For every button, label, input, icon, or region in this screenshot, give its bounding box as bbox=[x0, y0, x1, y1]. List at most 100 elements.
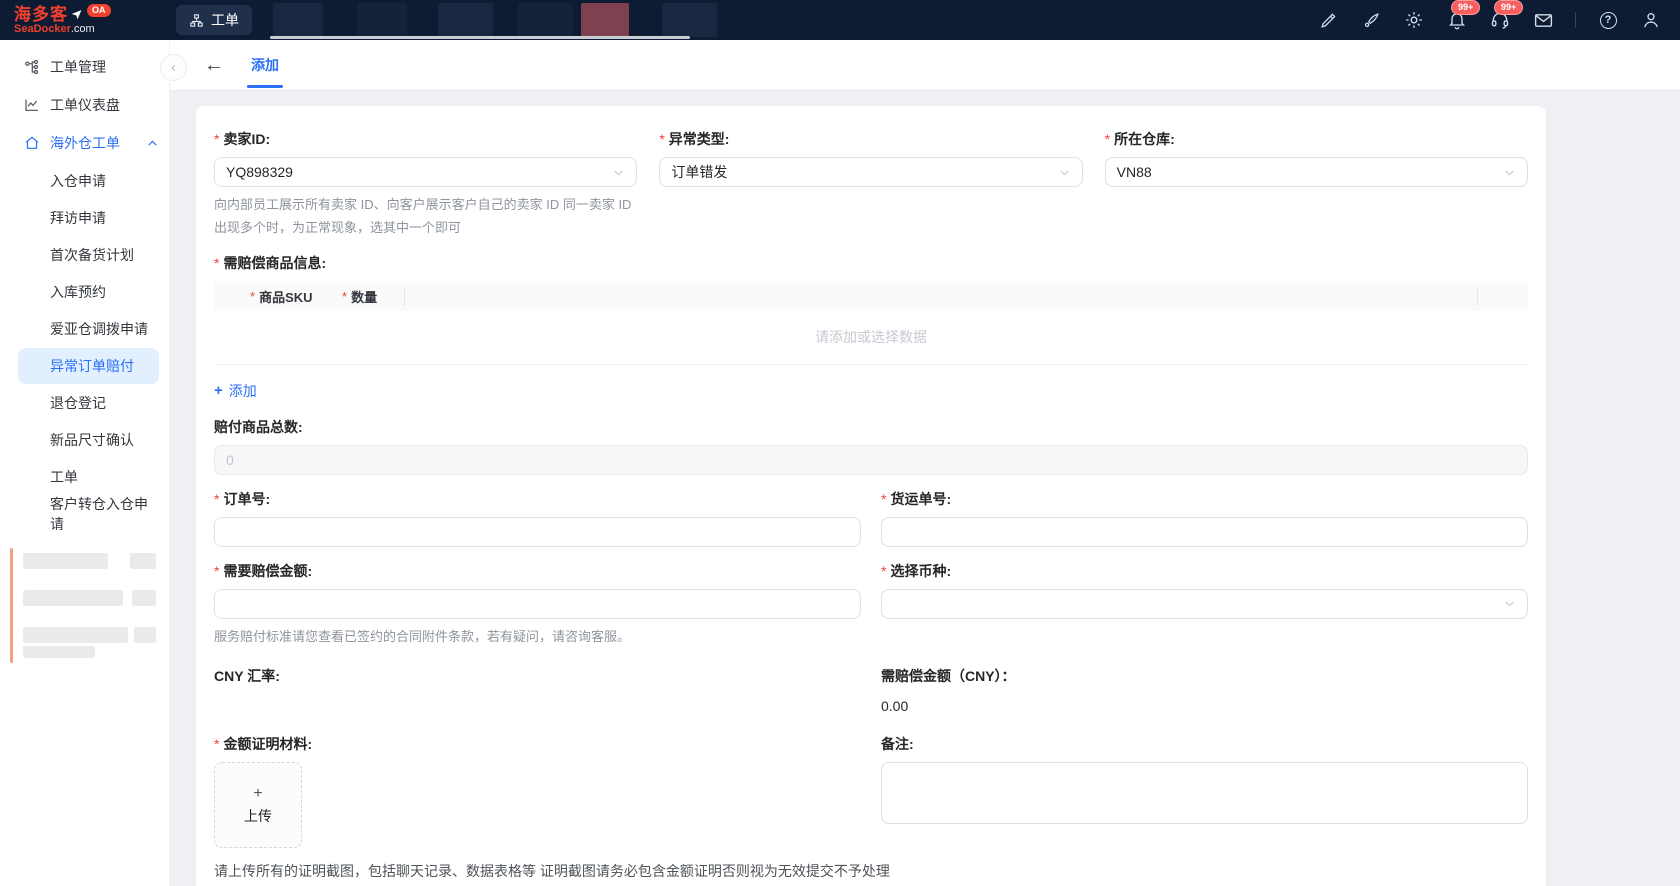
mail-icon[interactable] bbox=[1532, 9, 1554, 31]
form-card: *卖家ID: YQ898329 向内部员工展示所有卖家 ID、向客户展示客户自己… bbox=[196, 106, 1546, 886]
abnormal-type-select[interactable]: 订单错发 bbox=[659, 157, 1082, 187]
seller-id-select[interactable]: YQ898329 bbox=[214, 157, 637, 187]
line-chart-icon bbox=[24, 97, 40, 113]
bell-icon[interactable]: 99+ bbox=[1446, 9, 1468, 31]
topbar-divider bbox=[1575, 12, 1576, 28]
add-goods-button[interactable]: +添加 bbox=[214, 381, 257, 401]
shipping-no-input[interactable] bbox=[881, 517, 1528, 547]
back-button[interactable]: ← bbox=[204, 55, 224, 75]
redacted-tab[interactable] bbox=[518, 3, 573, 37]
field-label: *订单号: bbox=[214, 489, 861, 509]
redacted-menu-item[interactable] bbox=[132, 590, 156, 606]
form-row-proof: *金额证明材料: + 上传 备注: bbox=[214, 734, 1528, 848]
customer-service-icon[interactable]: 99+ bbox=[1489, 9, 1511, 31]
sidebar-subitem-newproduct-size-confirm[interactable]: 新品尺寸确认 bbox=[18, 422, 159, 458]
field-label: *货运单号: bbox=[881, 489, 1528, 509]
amount-help: 服务赔付标准请您查看已签约的合同附件条款，若有疑问，请咨询客服。 bbox=[214, 626, 861, 649]
field-label: *所在仓库: bbox=[1105, 129, 1528, 149]
sidebar-subitem-abnormal-order-compensation[interactable]: 异常订单赔付 bbox=[18, 348, 159, 384]
plus-icon: + bbox=[214, 382, 223, 399]
bell-badge: 99+ bbox=[1451, 0, 1480, 15]
column-divider bbox=[404, 288, 405, 306]
field-order-no: *订单号: bbox=[214, 489, 861, 547]
logo-cn-text: 海多客 bbox=[14, 6, 68, 23]
goods-info-label: *需赔偿商品信息: bbox=[214, 253, 1528, 273]
logo-tld-text: .com bbox=[71, 23, 95, 35]
help-icon[interactable]: ? bbox=[1597, 9, 1619, 31]
field-label: 备注: bbox=[881, 734, 1528, 754]
topbar: 海多客 OA SeaDocker.com 工单 99+ bbox=[0, 0, 1680, 40]
sidebar-item-workorder-dashboard[interactable]: 工单仪表盘 bbox=[0, 86, 169, 124]
topbar-actions: 99+ 99+ ? bbox=[1317, 9, 1680, 31]
goods-table-empty: 请添加或选择数据 bbox=[214, 311, 1528, 365]
warehouse-select[interactable]: VN88 bbox=[1105, 157, 1528, 187]
redacted-menu-item[interactable] bbox=[23, 590, 123, 606]
redacted-menu-item[interactable] bbox=[23, 627, 128, 643]
sidebar-item-label: 工单管理 bbox=[50, 57, 106, 77]
sidebar-accent-line bbox=[10, 548, 13, 663]
redacted-menu-item[interactable] bbox=[130, 553, 156, 569]
sidebar-subitem-first-stock-plan[interactable]: 首次备货计划 bbox=[18, 237, 159, 273]
abnormal-type-value: 订单错发 bbox=[671, 162, 727, 182]
form-row-cny: CNY 汇率: 需赔偿金额（CNY）： 0.00 bbox=[214, 666, 1528, 714]
sidebar-collapse-button[interactable]: ‹ bbox=[160, 54, 187, 81]
brush-icon[interactable] bbox=[1360, 9, 1382, 31]
chevron-up-icon bbox=[146, 137, 159, 150]
sidebar-group-label: 海外仓工单 bbox=[50, 133, 120, 153]
redacted-tab[interactable] bbox=[357, 3, 407, 37]
upload-button[interactable]: + 上传 bbox=[214, 762, 302, 848]
column-divider bbox=[1477, 288, 1478, 306]
field-shipping-no: *货运单号: bbox=[881, 489, 1528, 547]
chevron-down-icon bbox=[1503, 166, 1516, 179]
remark-textarea[interactable] bbox=[881, 762, 1528, 824]
sidebar-subitem-inbound-booking[interactable]: 入库预约 bbox=[18, 274, 159, 310]
sidebar-item-workorder-mgmt[interactable]: 工单管理 bbox=[0, 48, 169, 86]
org-chart-icon bbox=[189, 13, 204, 28]
logo-oa-badge: OA bbox=[87, 4, 111, 17]
goods-table-header: *商品SKU *数量 bbox=[214, 283, 1528, 311]
sidebar-subitem-workorder[interactable]: 工单 bbox=[18, 459, 159, 495]
tabstrip-scrollbar[interactable] bbox=[270, 36, 690, 39]
field-proof: *金额证明材料: + 上传 bbox=[214, 734, 861, 848]
field-seller-id: *卖家ID: YQ898329 向内部员工展示所有卖家 ID、向客户展示客户自己… bbox=[214, 129, 637, 240]
field-label: 赔付商品总数: bbox=[214, 417, 1528, 437]
order-no-input[interactable] bbox=[214, 517, 861, 547]
total-qty-input bbox=[214, 445, 1528, 475]
gear-icon[interactable] bbox=[1403, 9, 1425, 31]
plus-icon: + bbox=[253, 785, 262, 803]
logo-en-text: SeaDocker bbox=[14, 23, 71, 35]
pen-icon[interactable] bbox=[1317, 9, 1339, 31]
redacted-menu-item[interactable] bbox=[134, 627, 156, 643]
upload-help-text: 请上传所有的证明截图，包括聊天记录、数据表格等 证明截图请务必包含金额证明否则视… bbox=[214, 861, 1528, 881]
field-remark: 备注: bbox=[881, 734, 1528, 848]
redacted-tab[interactable] bbox=[438, 3, 493, 37]
field-abnormal-type: *异常类型: 订单错发 bbox=[659, 129, 1082, 240]
seller-id-help: 向内部员工展示所有卖家 ID、向客户展示客户自己的卖家 ID 同一卖家 ID 出… bbox=[214, 194, 637, 240]
sidebar-subitem-aiya-transfer[interactable]: 爱亚仓调拨申请 bbox=[18, 311, 159, 347]
field-label: *选择币种: bbox=[881, 561, 1528, 581]
sidebar-group-overseas-warehouse[interactable]: 海外仓工单 bbox=[0, 124, 169, 162]
goods-col-qty: *数量 bbox=[342, 287, 404, 306]
redacted-tab[interactable] bbox=[662, 3, 717, 37]
redacted-tab[interactable] bbox=[581, 3, 629, 37]
redacted-menu-item[interactable] bbox=[23, 646, 95, 658]
field-label: *卖家ID: bbox=[214, 129, 637, 149]
sidebar-subitem-customer-transfer-inbound[interactable]: 客户转仓入仓申请 bbox=[18, 496, 159, 532]
amount-input[interactable] bbox=[214, 589, 861, 619]
tab-add[interactable]: 添加 bbox=[251, 55, 279, 75]
cny-amount-value: 0.00 bbox=[881, 698, 1528, 714]
service-badge: 99+ bbox=[1494, 0, 1523, 15]
sidebar-subitem-visit-apply[interactable]: 拜访申请 bbox=[18, 200, 159, 236]
currency-select[interactable] bbox=[881, 589, 1528, 619]
home-icon bbox=[24, 135, 40, 151]
org-nodes-icon bbox=[24, 59, 40, 75]
field-label: *金额证明材料: bbox=[214, 734, 861, 754]
form-row-amount: *需要赔偿金额: 服务赔付标准请您查看已签约的合同附件条款，若有疑问，请咨询客服… bbox=[214, 561, 1528, 649]
redacted-menu-item[interactable] bbox=[23, 553, 108, 569]
sidebar-subitem-inbound-apply[interactable]: 入仓申请 bbox=[18, 163, 159, 199]
user-icon[interactable] bbox=[1640, 9, 1662, 31]
redacted-tab[interactable] bbox=[273, 3, 323, 37]
topbar-tab-workorder[interactable]: 工单 bbox=[176, 5, 252, 35]
sidebar-subitem-return-register[interactable]: 退仓登记 bbox=[18, 385, 159, 421]
logo-cursor-icon bbox=[70, 8, 83, 21]
